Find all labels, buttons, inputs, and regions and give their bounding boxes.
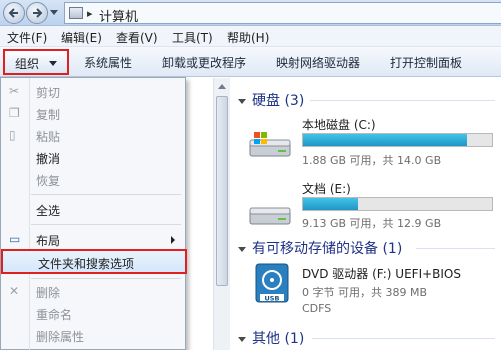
back-button[interactable] [3,2,25,24]
drive-c-usage-bar [302,133,493,147]
menu-separator [31,194,181,195]
navigation-scrollbar[interactable] [213,78,230,350]
forward-button[interactable] [26,2,48,24]
group-divider [312,338,495,339]
menu-item-label: 粘贴 [36,130,61,144]
group-heading: 有可移动存储的设备 (1) [252,241,403,257]
hard-drive-windows-icon [249,132,291,157]
drive-e-name[interactable]: 文档 (E:) [302,180,351,197]
menu-item-label: 全选 [36,204,61,218]
forward-arrow-icon [33,8,43,18]
scissors-icon: ✂ [9,84,20,98]
collapse-icon [238,246,246,252]
menu-item-remove-properties[interactable]: 删除属性 [1,324,185,346]
drive-c-name[interactable]: 本地磁盘 (C:) [302,116,376,133]
menu-help[interactable]: 帮助(H) [227,29,269,46]
menu-separator [31,224,181,225]
menu-item-undo[interactable]: 撤消 [1,146,185,168]
menu-item-redo[interactable]: 恢复 [1,168,185,190]
group-divider [416,248,495,249]
menu-item-rename[interactable]: 重命名 [1,302,185,324]
scroll-thumb[interactable] [216,96,228,286]
content-pane: 硬盘 (3) 本地磁盘 (C:) 1.88 GB 可用，共 14.0 GB 文档… [230,78,501,350]
group-other[interactable]: 其他 (1) [238,328,304,348]
organize-button[interactable]: 组织 [3,49,69,75]
menu-edit[interactable]: 编辑(E) [61,29,102,46]
usb-dvd-drive-icon: USB [255,263,289,303]
menu-item-folder-search-options[interactable]: 文件夹和搜索选项 [1,249,187,274]
collapse-icon [238,98,246,104]
submenu-arrow-icon [171,236,175,244]
paste-icon: ▯ [9,128,16,142]
organize-label: 组织 [15,57,40,71]
collapse-icon [238,336,246,342]
computer-icon [69,7,83,19]
menu-item-label: 删除属性 [36,330,85,344]
menu-item-label: 复制 [36,108,61,122]
drive-e-usage-bar [302,197,493,211]
back-arrow-icon [8,8,18,18]
menu-view[interactable]: 查看(V) [116,29,158,46]
menu-bar: 文件(F) 编辑(E) 查看(V) 工具(T) 帮助(H) [0,26,501,47]
menu-item-label: 剪切 [36,86,61,100]
breadcrumb-computer[interactable]: 计算机 [99,6,138,25]
hard-drive-icon [249,207,291,225]
menu-item-copy[interactable]: ❐ 复制 [1,102,185,124]
group-hard-disks[interactable]: 硬盘 (3) [238,90,304,110]
menu-item-paste[interactable]: ▯ 粘贴 [1,124,185,146]
command-bar: 组织 系统属性 卸载或更改程序 映射网络驱动器 打开控制面板 [0,47,501,77]
usb-badge-text: USB [265,295,280,303]
uninstall-program-button[interactable]: 卸载或更改程序 [162,54,246,71]
menu-file[interactable]: 文件(F) [7,29,47,46]
menu-item-label: 删除 [36,286,61,300]
menu-item-label: 重命名 [36,308,73,322]
menu-separator [31,278,181,279]
menu-item-select-all[interactable]: 全选 [1,198,185,220]
organize-menu: ✂ 剪切 ❐ 复制 ▯ 粘贴 撤消 恢复 全选 ▭ 布局 文件夹和搜索选项 ✕ … [0,77,187,350]
menu-item-label: 文件夹和搜索选项 [38,257,135,271]
dvd-drive-filesystem: CDFS [302,302,332,315]
copy-icon: ❐ [9,106,20,120]
chevron-down-icon [49,61,57,66]
scroll-up-icon[interactable] [218,84,226,89]
menu-item-delete[interactable]: ✕ 删除 [1,280,185,302]
group-divider [310,100,495,101]
group-removable-storage[interactable]: 有可移动存储的设备 (1) [238,238,402,258]
menu-item-label: 布局 [36,234,61,248]
group-heading: 硬盘 (3) [252,93,305,109]
system-properties-button[interactable]: 系统属性 [84,54,132,71]
title-bar: ▸ 计算机 [0,0,501,26]
breadcrumb-separator[interactable]: ▸ [87,7,93,20]
recent-pages-dropdown[interactable] [50,10,58,15]
menu-tools[interactable]: 工具(T) [172,29,213,46]
layout-icon: ▭ [9,232,21,246]
menu-item-layout[interactable]: ▭ 布局 [1,228,185,250]
group-heading: 其他 (1) [252,331,305,347]
dvd-drive-space: 0 字节 可用，共 389 MB [302,286,428,299]
drive-e-usage-fill [303,198,358,210]
menu-item-label: 撤消 [36,152,61,166]
drive-e-space: 9.13 GB 可用，共 12.9 GB [302,217,442,230]
address-bar[interactable]: ▸ 计算机 [64,2,501,25]
dvd-drive-name[interactable]: DVD 驱动器 (F:) UEFI+BIOS [302,265,461,282]
menu-item-label: 恢复 [36,174,61,188]
drive-c-space: 1.88 GB 可用，共 14.0 GB [302,154,442,167]
delete-x-icon: ✕ [9,284,20,298]
open-control-panel-button[interactable]: 打开控制面板 [390,54,462,71]
drive-c-usage-fill [303,134,468,146]
map-network-drive-button[interactable]: 映射网络驱动器 [276,54,360,71]
menu-item-cut[interactable]: ✂ 剪切 [1,80,185,102]
